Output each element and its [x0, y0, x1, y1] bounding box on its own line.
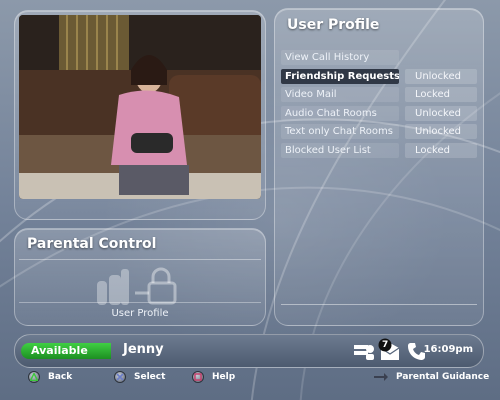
- video-panel: [14, 10, 266, 220]
- parental-icons: [97, 267, 177, 305]
- lock-status[interactable]: Unlocked: [405, 124, 477, 139]
- lock-icon: [135, 267, 177, 305]
- profile-menu: View Call History Friendship Requests Un…: [281, 49, 481, 160]
- parental-user-profile-label[interactable]: User Profile: [19, 302, 261, 325]
- menu-item-audio-chat-rooms[interactable]: Audio Chat Rooms Unlocked: [281, 105, 481, 124]
- video-feed: [19, 15, 261, 199]
- select-control[interactable]: Select: [114, 370, 165, 384]
- username: Jenny: [123, 342, 164, 357]
- back-label: Back: [48, 372, 73, 382]
- user-profile-title: User Profile: [287, 17, 380, 33]
- menu-item-blocked-user-list[interactable]: Blocked User List Locked: [281, 142, 481, 161]
- menu-label: Audio Chat Rooms: [281, 105, 399, 121]
- a-button-icon: [28, 371, 40, 383]
- arrow-icon: [374, 373, 388, 381]
- user-profile-panel: User Profile View Call History Friendshi…: [274, 8, 484, 326]
- select-label: Select: [134, 372, 166, 382]
- parental-control-title: Parental Control: [27, 236, 157, 252]
- help-label: Help: [212, 372, 236, 382]
- menu-item-text-only-chat-rooms[interactable]: Text only Chat Rooms Unlocked: [281, 123, 481, 142]
- parental-guidance-control[interactable]: Parental Guidance: [374, 370, 489, 384]
- menu-item-friendship-requests[interactable]: Friendship Requests Unlocked: [281, 68, 481, 87]
- clock: 16:09pm: [423, 344, 473, 355]
- menu-item-view-call-history[interactable]: View Call History: [281, 49, 481, 68]
- menu-label: Video Mail: [281, 87, 399, 102]
- availability-badge[interactable]: Available: [21, 343, 111, 359]
- menu-label: Friendship Requests: [281, 68, 399, 84]
- lock-status[interactable]: Unlocked: [405, 105, 477, 121]
- divider: [19, 259, 261, 260]
- mail-icon[interactable]: 7: [377, 338, 403, 362]
- parental-guidance-label: Parental Guidance: [396, 372, 490, 382]
- footer-controls: Back Select Help Parental Guidance: [0, 370, 500, 384]
- help-control[interactable]: Help: [192, 370, 235, 384]
- menu-label: Text only Chat Rooms: [281, 124, 399, 139]
- lock-status[interactable]: Unlocked: [405, 68, 477, 84]
- menu-item-video-mail[interactable]: Video Mail Locked: [281, 86, 481, 105]
- divider: [281, 304, 477, 305]
- video-image: [19, 15, 261, 199]
- parental-control-panel: Parental Control User Profile: [14, 228, 266, 326]
- x-button-icon: [114, 371, 126, 383]
- back-control[interactable]: Back: [28, 370, 72, 384]
- square-button-icon: [192, 371, 204, 383]
- friends-icon[interactable]: [353, 341, 375, 361]
- message-count: 7: [382, 340, 389, 350]
- lock-status[interactable]: Locked: [405, 142, 477, 158]
- users-icon: [97, 269, 129, 305]
- menu-label: Blocked User List: [281, 142, 399, 158]
- status-bar: Available Jenny 7 16:09pm: [14, 334, 484, 368]
- menu-label: View Call History: [281, 50, 399, 65]
- lock-status[interactable]: Locked: [405, 87, 477, 102]
- phone-icon[interactable]: [407, 341, 425, 361]
